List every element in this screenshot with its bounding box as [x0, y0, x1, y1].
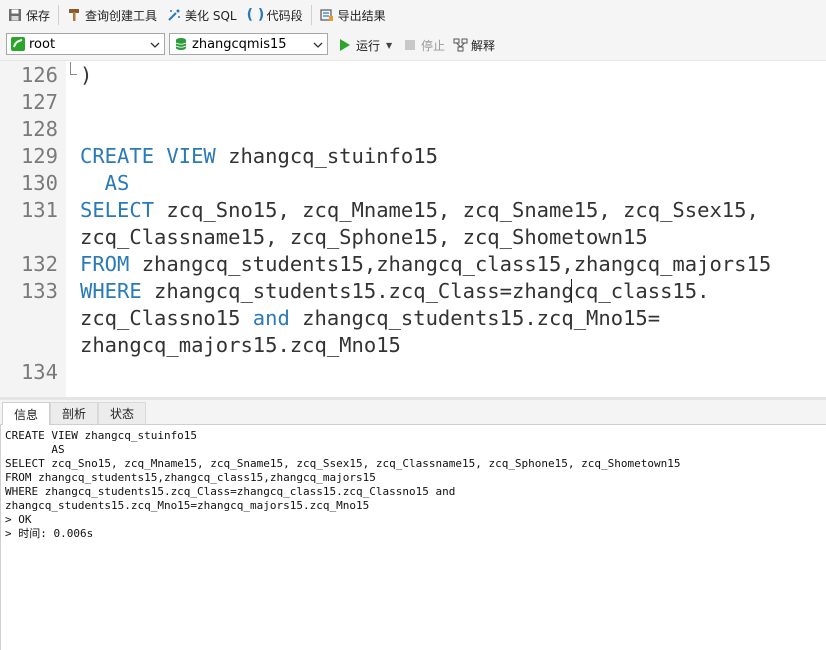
- output-line: SELECT zcq_Sno15, zcq_Mname15, zcq_Sname…: [5, 457, 681, 470]
- save-icon: [8, 8, 22, 22]
- tab-info[interactable]: 信息: [2, 402, 50, 425]
- export-results-label: 导出结果: [337, 8, 386, 23]
- sql-editor[interactable]: 126 127 128 129 130 131 132 133 134 ) CR…: [0, 61, 826, 397]
- result-tabs: 信息 剖析 状态: [0, 400, 826, 425]
- hammer-icon: [67, 8, 81, 22]
- info-output: CREATE VIEW zhangcq_stuinfo15 AS SELECT z…: [5, 429, 681, 541]
- stop-label: 停止: [421, 38, 446, 53]
- magic-wand-icon: [167, 8, 181, 22]
- database-value: zhangcqmis15: [192, 36, 287, 52]
- code-snippet-button[interactable]: ( ) 代码段: [242, 3, 308, 27]
- code-line: SELECT zcq_Sno15, zcq_Mname15, zcq_Sname…: [80, 198, 759, 222]
- output-line: zhangcq_students15.zcq_Mno15=zhangcq_maj…: [5, 499, 370, 512]
- output-border: [0, 424, 1, 650]
- output-line: FROM zhangcq_students15,zhangcq_class15,…: [5, 471, 376, 484]
- toolbar-separator: [58, 5, 60, 25]
- line-number: 132: [20, 252, 58, 276]
- text-caret: [571, 279, 572, 303]
- line-number: 131: [20, 198, 58, 222]
- line-number: 129: [20, 144, 58, 168]
- code-line: AS: [80, 171, 130, 195]
- line-number: 130: [20, 171, 58, 195]
- sql-keyword: and: [252, 306, 290, 330]
- run-label: 运行: [356, 38, 381, 53]
- tab-status[interactable]: 状态: [98, 402, 146, 424]
- main-toolbar: 保存 查询创建工具 美化 SQL ( ) 代码段 导出结果: [0, 0, 826, 30]
- sql-keyword: WHERE: [80, 279, 142, 303]
- beautify-sql-button[interactable]: 美化 SQL: [162, 3, 242, 27]
- code-line-wrap: zcq_Classno15 and zhangcq_students15.zcq…: [80, 306, 661, 330]
- beautify-sql-label: 美化 SQL: [185, 8, 237, 23]
- explain-icon: [453, 38, 468, 52]
- database-icon: [174, 37, 188, 51]
- code-line: CREATE VIEW zhangcq_stuinfo15: [80, 144, 438, 168]
- sql-keyword: AS: [80, 171, 130, 195]
- code-line: FROM zhangcq_students15,zhangcq_class15,…: [80, 252, 772, 276]
- connection-select[interactable]: root: [6, 33, 165, 55]
- output-line: > 时间: 0.006s: [5, 527, 94, 540]
- save-button[interactable]: 保存: [3, 3, 55, 27]
- explain-button[interactable]: 解释: [453, 35, 495, 55]
- code-line-wrap: zhangcq_majors15.zcq_Mno15: [80, 333, 401, 357]
- query-builder-button[interactable]: 查询创建工具: [62, 3, 162, 27]
- line-number: 133: [20, 279, 58, 303]
- output-line: CREATE VIEW zhangcq_stuinfo15: [5, 429, 198, 442]
- query-builder-label: 查询创建工具: [85, 8, 158, 23]
- output-line: AS: [5, 443, 65, 456]
- line-number: 134: [20, 360, 58, 384]
- explain-label: 解释: [471, 38, 496, 53]
- code-snippet-label: 代码段: [266, 8, 303, 23]
- output-line: > OK: [5, 513, 32, 526]
- sql-keyword: SELECT: [80, 198, 155, 222]
- selector-row: root zhangcqmis15 运行 ▼ 停止 解释: [0, 30, 826, 61]
- parentheses-icon: ( ): [246, 7, 265, 23]
- toolbar-separator: [310, 5, 312, 25]
- chevron-down-icon: [313, 39, 323, 49]
- stop-button[interactable]: 停止: [403, 35, 445, 55]
- code-line: ): [80, 63, 93, 87]
- run-dropdown-icon[interactable]: ▼: [386, 41, 392, 50]
- export-icon: [320, 8, 334, 22]
- line-number: 126: [20, 63, 58, 87]
- save-label: 保存: [26, 8, 51, 23]
- tab-profile[interactable]: 剖析: [50, 402, 98, 424]
- sql-keyword: CREATE VIEW: [80, 144, 216, 168]
- export-results-button[interactable]: 导出结果: [315, 3, 391, 27]
- fold-bracket-icon: [70, 62, 77, 75]
- play-icon: [338, 38, 352, 52]
- connection-icon: [11, 37, 25, 51]
- database-select[interactable]: zhangcqmis15: [169, 33, 328, 55]
- code-line: WHERE zhangcq_students15.zcq_Class=zhang…: [80, 279, 710, 303]
- stop-icon: [403, 38, 417, 52]
- code-line-wrap: zcq_Classname15, zcq_Sphone15, zcq_Shome…: [80, 225, 648, 249]
- line-number: 127: [20, 90, 58, 114]
- connection-value: root: [29, 36, 56, 52]
- chevron-down-icon: [150, 39, 160, 49]
- line-number: 128: [20, 117, 58, 141]
- output-line: WHERE zhangcq_students15.zcq_Class=zhang…: [5, 485, 456, 498]
- run-button[interactable]: 运行 ▼: [338, 35, 392, 55]
- sql-keyword: FROM: [80, 252, 130, 276]
